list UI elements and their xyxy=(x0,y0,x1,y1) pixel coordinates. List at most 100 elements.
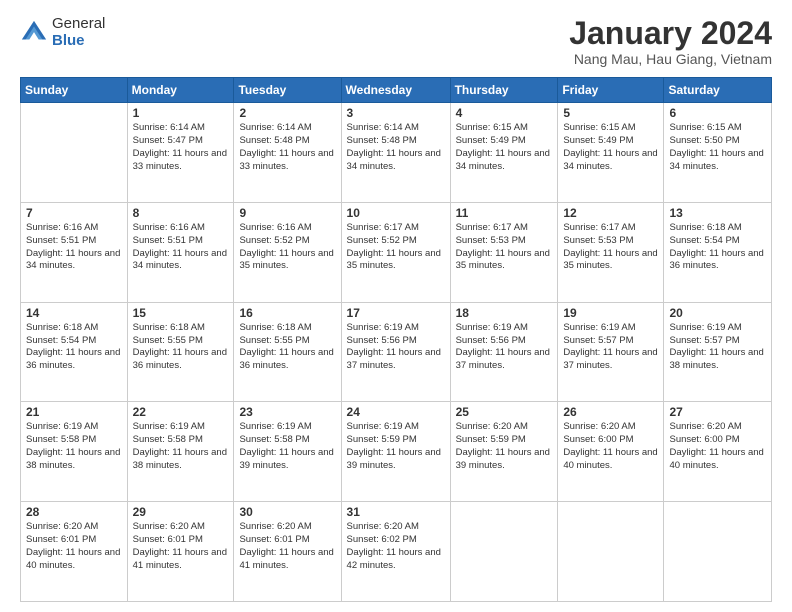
col-wednesday: Wednesday xyxy=(341,78,450,103)
day-info: Sunrise: 6:20 AM Sunset: 6:01 PM Dayligh… xyxy=(133,521,229,572)
day-info: Sunrise: 6:20 AM Sunset: 6:00 PM Dayligh… xyxy=(669,421,766,472)
day-info: Sunrise: 6:15 AM Sunset: 5:49 PM Dayligh… xyxy=(456,122,553,173)
day-info: Sunrise: 6:14 AM Sunset: 5:48 PM Dayligh… xyxy=(347,122,445,173)
table-row: 14 Sunrise: 6:18 AM Sunset: 5:54 PM Dayli… xyxy=(21,302,128,402)
day-number: 7 xyxy=(26,206,122,220)
table-row: 21 Sunrise: 6:19 AM Sunset: 5:58 PM Dayli… xyxy=(21,402,128,502)
calendar-table: Sunday Monday Tuesday Wednesday Thursday… xyxy=(20,77,772,602)
day-number: 5 xyxy=(563,106,658,120)
table-row: 12 Sunrise: 6:17 AM Sunset: 5:53 PM Dayli… xyxy=(558,202,664,302)
col-sunday: Sunday xyxy=(21,78,128,103)
day-number: 10 xyxy=(347,206,445,220)
day-info: Sunrise: 6:19 AM Sunset: 5:58 PM Dayligh… xyxy=(133,421,229,472)
calendar-week-row: 7 Sunrise: 6:16 AM Sunset: 5:51 PM Daylig… xyxy=(21,202,772,302)
table-row: 23Sunrise: 6:19 AM Sunset: 5:58 PM Dayli… xyxy=(234,402,341,502)
day-info: Sunrise: 6:20 AM Sunset: 5:59 PM Dayligh… xyxy=(456,421,553,472)
table-row: 24 Sunrise: 6:19 AM Sunset: 5:59 PM Dayli… xyxy=(341,402,450,502)
table-row: 2 Sunrise: 6:14 AM Sunset: 5:48 PM Daylig… xyxy=(234,103,341,203)
day-number: 30 xyxy=(239,505,335,519)
day-number: 15 xyxy=(133,306,229,320)
table-row: 11 Sunrise: 6:17 AM Sunset: 5:53 PM Dayli… xyxy=(450,202,558,302)
day-info: Sunrise: 6:20 AM Sunset: 6:01 PM Dayligh… xyxy=(239,521,335,572)
calendar-week-row: 1Sunrise: 6:14 AM Sunset: 5:47 PM Daylig… xyxy=(21,103,772,203)
day-number: 1 xyxy=(133,106,229,120)
day-number: 21 xyxy=(26,405,122,419)
day-number: 3 xyxy=(347,106,445,120)
day-info: Sunrise: 6:19 AM Sunset: 5:56 PM Dayligh… xyxy=(347,322,445,373)
calendar-header-row: Sunday Monday Tuesday Wednesday Thursday… xyxy=(21,78,772,103)
table-row: 4 Sunrise: 6:15 AM Sunset: 5:49 PM Daylig… xyxy=(450,103,558,203)
day-number: 6 xyxy=(669,106,766,120)
logo-general-text: General xyxy=(52,16,105,33)
logo-icon xyxy=(20,19,48,47)
day-info: Sunrise: 6:20 AM Sunset: 6:02 PM Dayligh… xyxy=(347,521,445,572)
table-row: 22Sunrise: 6:19 AM Sunset: 5:58 PM Dayli… xyxy=(127,402,234,502)
day-info: Sunrise: 6:16 AM Sunset: 5:51 PM Dayligh… xyxy=(26,222,122,273)
day-info: Sunrise: 6:18 AM Sunset: 5:55 PM Dayligh… xyxy=(239,322,335,373)
day-info: Sunrise: 6:19 AM Sunset: 5:59 PM Dayligh… xyxy=(347,421,445,472)
table-row: 1Sunrise: 6:14 AM Sunset: 5:47 PM Daylig… xyxy=(127,103,234,203)
table-row: 28Sunrise: 6:20 AM Sunset: 6:01 PM Dayli… xyxy=(21,502,128,602)
location: Nang Mau, Hau Giang, Vietnam xyxy=(569,51,772,67)
header: General Blue January 2024 Nang Mau, Hau … xyxy=(20,16,772,67)
day-info: Sunrise: 6:18 AM Sunset: 5:55 PM Dayligh… xyxy=(133,322,229,373)
table-row: 18 Sunrise: 6:19 AM Sunset: 5:56 PM Dayli… xyxy=(450,302,558,402)
table-row: 9 Sunrise: 6:16 AM Sunset: 5:52 PM Daylig… xyxy=(234,202,341,302)
table-row: 19 Sunrise: 6:19 AM Sunset: 5:57 PM Dayli… xyxy=(558,302,664,402)
day-info: Sunrise: 6:17 AM Sunset: 5:53 PM Dayligh… xyxy=(456,222,553,273)
day-number: 13 xyxy=(669,206,766,220)
day-info: Sunrise: 6:14 AM Sunset: 5:48 PM Dayligh… xyxy=(239,122,335,173)
day-info: Sunrise: 6:17 AM Sunset: 5:52 PM Dayligh… xyxy=(347,222,445,273)
day-number: 31 xyxy=(347,505,445,519)
day-info: Sunrise: 6:20 AM Sunset: 6:01 PM Dayligh… xyxy=(26,521,122,572)
day-info: Sunrise: 6:17 AM Sunset: 5:53 PM Dayligh… xyxy=(563,222,658,273)
table-row: 26Sunrise: 6:20 AM Sunset: 6:00 PM Dayli… xyxy=(558,402,664,502)
table-row: 20 Sunrise: 6:19 AM Sunset: 5:57 PM Dayli… xyxy=(664,302,772,402)
calendar-week-row: 21 Sunrise: 6:19 AM Sunset: 5:58 PM Dayli… xyxy=(21,402,772,502)
day-number: 2 xyxy=(239,106,335,120)
day-info: Sunrise: 6:19 AM Sunset: 5:58 PM Dayligh… xyxy=(26,421,122,472)
table-row: 6 Sunrise: 6:15 AM Sunset: 5:50 PM Daylig… xyxy=(664,103,772,203)
day-number: 23 xyxy=(239,405,335,419)
day-info: Sunrise: 6:16 AM Sunset: 5:52 PM Dayligh… xyxy=(239,222,335,273)
table-row: 8Sunrise: 6:16 AM Sunset: 5:51 PM Daylig… xyxy=(127,202,234,302)
table-row: 7 Sunrise: 6:16 AM Sunset: 5:51 PM Daylig… xyxy=(21,202,128,302)
table-row: 27 Sunrise: 6:20 AM Sunset: 6:00 PM Dayli… xyxy=(664,402,772,502)
day-number: 27 xyxy=(669,405,766,419)
col-monday: Monday xyxy=(127,78,234,103)
day-number: 17 xyxy=(347,306,445,320)
table-row: 5Sunrise: 6:15 AM Sunset: 5:49 PM Daylig… xyxy=(558,103,664,203)
day-number: 24 xyxy=(347,405,445,419)
day-number: 25 xyxy=(456,405,553,419)
day-info: Sunrise: 6:20 AM Sunset: 6:00 PM Dayligh… xyxy=(563,421,658,472)
day-number: 8 xyxy=(133,206,229,220)
day-number: 20 xyxy=(669,306,766,320)
table-row: 16Sunrise: 6:18 AM Sunset: 5:55 PM Dayli… xyxy=(234,302,341,402)
month-title: January 2024 xyxy=(569,16,772,51)
day-number: 18 xyxy=(456,306,553,320)
day-number: 19 xyxy=(563,306,658,320)
table-row xyxy=(558,502,664,602)
day-number: 4 xyxy=(456,106,553,120)
col-thursday: Thursday xyxy=(450,78,558,103)
table-row xyxy=(450,502,558,602)
day-info: Sunrise: 6:19 AM Sunset: 5:57 PM Dayligh… xyxy=(669,322,766,373)
day-number: 29 xyxy=(133,505,229,519)
calendar-week-row: 14 Sunrise: 6:18 AM Sunset: 5:54 PM Dayli… xyxy=(21,302,772,402)
table-row: 25 Sunrise: 6:20 AM Sunset: 5:59 PM Dayli… xyxy=(450,402,558,502)
day-number: 11 xyxy=(456,206,553,220)
day-info: Sunrise: 6:19 AM Sunset: 5:56 PM Dayligh… xyxy=(456,322,553,373)
table-row xyxy=(664,502,772,602)
day-number: 14 xyxy=(26,306,122,320)
table-row: 29 Sunrise: 6:20 AM Sunset: 6:01 PM Dayli… xyxy=(127,502,234,602)
table-row: 31 Sunrise: 6:20 AM Sunset: 6:02 PM Dayli… xyxy=(341,502,450,602)
table-row: 15 Sunrise: 6:18 AM Sunset: 5:55 PM Dayli… xyxy=(127,302,234,402)
col-saturday: Saturday xyxy=(664,78,772,103)
day-info: Sunrise: 6:19 AM Sunset: 5:57 PM Dayligh… xyxy=(563,322,658,373)
day-info: Sunrise: 6:15 AM Sunset: 5:50 PM Dayligh… xyxy=(669,122,766,173)
table-row: 3 Sunrise: 6:14 AM Sunset: 5:48 PM Daylig… xyxy=(341,103,450,203)
day-info: Sunrise: 6:18 AM Sunset: 5:54 PM Dayligh… xyxy=(669,222,766,273)
day-info: Sunrise: 6:18 AM Sunset: 5:54 PM Dayligh… xyxy=(26,322,122,373)
day-number: 12 xyxy=(563,206,658,220)
day-number: 9 xyxy=(239,206,335,220)
